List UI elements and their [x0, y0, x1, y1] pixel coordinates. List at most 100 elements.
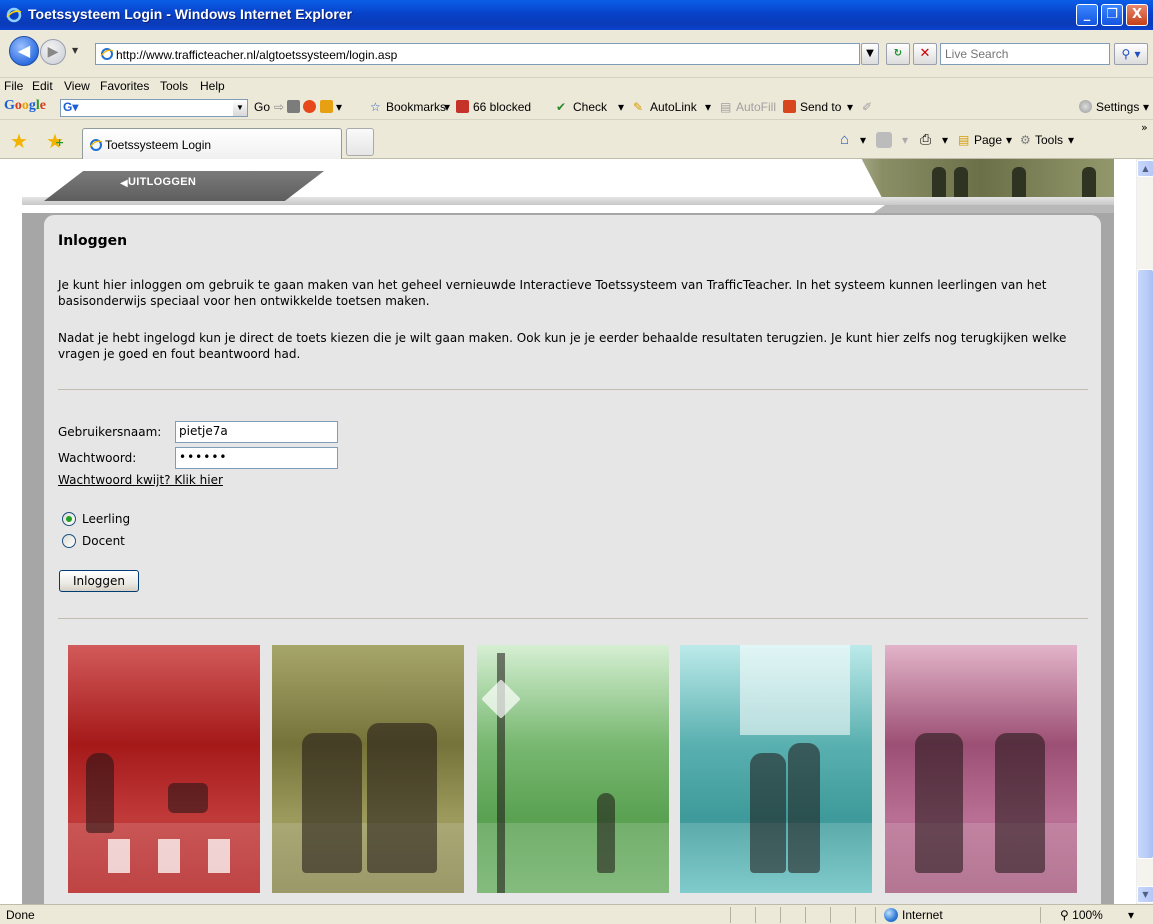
- popup-blocked-count[interactable]: 66 blocked: [473, 100, 531, 114]
- forward-button[interactable]: ▶: [40, 39, 66, 65]
- send-to-dropdown-icon[interactable]: ▾: [847, 100, 853, 114]
- page-viewport: ◀ UITLOGGEN Inloggen Je kunt hier inlogg…: [0, 159, 1153, 904]
- google-go-button[interactable]: Go: [254, 100, 270, 114]
- minimize-button[interactable]: _: [1076, 4, 1098, 26]
- menu-view[interactable]: View: [64, 79, 90, 93]
- role-label-docent[interactable]: Docent: [82, 534, 125, 548]
- password-label: Wachtwoord:: [58, 451, 137, 465]
- scroll-up-button[interactable]: ▲: [1137, 160, 1153, 177]
- site-header: ◀ UITLOGGEN: [22, 159, 1114, 213]
- zoom-dropdown-icon[interactable]: ▾: [1128, 908, 1134, 922]
- search-button[interactable]: ⚲ ▾: [1114, 43, 1148, 65]
- google-search-input[interactable]: G▾ ▼: [60, 99, 248, 117]
- home-dropdown-icon[interactable]: ▾: [860, 133, 866, 147]
- photo-cyclists-tunnel: [272, 645, 464, 893]
- divider: [58, 389, 1088, 390]
- google-logo[interactable]: Google: [4, 98, 46, 114]
- photo-cyclists-path: [885, 645, 1077, 893]
- url-input[interactable]: http://www.trafficteacher.nl/algtoetssys…: [95, 43, 860, 65]
- feeds-icon[interactable]: [876, 132, 892, 148]
- send-to-button[interactable]: Send to: [800, 100, 841, 114]
- settings-dropdown-icon[interactable]: ▾: [1143, 100, 1149, 114]
- menu-help[interactable]: Help: [200, 79, 225, 93]
- bookmarks-star-icon: ☆: [370, 100, 381, 114]
- close-button[interactable]: X: [1126, 4, 1148, 26]
- zoom-control[interactable]: ⚲ 100%: [1060, 908, 1103, 922]
- tools-gear-icon: ⚙: [1020, 133, 1031, 147]
- vertical-scrollbar[interactable]: ▲ ▼: [1136, 159, 1153, 904]
- login-panel: Inloggen Je kunt hier inloggen om gebrui…: [44, 215, 1101, 904]
- google-search-dropdown-icon[interactable]: ▼: [233, 100, 247, 116]
- zone-label: Internet: [902, 908, 943, 922]
- home-icon[interactable]: ⌂: [840, 131, 849, 148]
- popup-blocker-icon: [456, 100, 469, 114]
- back-button[interactable]: ◀: [9, 36, 39, 66]
- check-dropdown-icon[interactable]: ▾: [618, 100, 624, 114]
- tools-dropdown-icon[interactable]: ▾: [1068, 133, 1074, 147]
- autolink-dropdown-icon[interactable]: ▾: [705, 100, 711, 114]
- tab-label: Toetssysteem Login: [105, 138, 212, 152]
- forgot-password-link[interactable]: Wachtwoord kwijt? Klik hier: [58, 473, 223, 487]
- spellcheck-button[interactable]: Check: [573, 100, 607, 114]
- bookmarks-button[interactable]: Bookmarks: [386, 100, 446, 114]
- history-dropdown-icon[interactable]: ▼: [72, 46, 78, 55]
- google-extras-icons[interactable]: ▾: [287, 100, 342, 114]
- maximize-button[interactable]: ❐: [1101, 4, 1123, 26]
- scroll-down-button[interactable]: ▼: [1137, 886, 1153, 903]
- print-icon[interactable]: ⎙: [920, 131, 931, 148]
- magnifier-icon: ⚲: [1121, 47, 1131, 61]
- autolink-button[interactable]: AutoLink: [650, 100, 697, 114]
- menu-file[interactable]: File: [4, 79, 23, 93]
- print-dropdown-icon[interactable]: ▾: [942, 133, 948, 147]
- security-zone[interactable]: Internet: [884, 908, 943, 922]
- address-bar: ◀ ▶ ▼ http://www.trafficteacher.nl/algto…: [0, 30, 1153, 78]
- settings-gear-icon: [1079, 100, 1092, 114]
- photo-street-sign: [477, 645, 669, 893]
- send-to-icon: [783, 100, 796, 114]
- autolink-wand-icon: ✎: [633, 100, 644, 114]
- refresh-button[interactable]: ↻: [886, 43, 910, 65]
- highlighter-icon[interactable]: ✐: [862, 100, 872, 114]
- google-settings-button[interactable]: Settings: [1096, 100, 1139, 114]
- tab-page-icon: [89, 139, 103, 151]
- spellcheck-icon: ✔: [556, 100, 567, 114]
- login-button[interactable]: Inloggen: [59, 570, 139, 592]
- username-field[interactable]: pietje7a: [175, 421, 338, 443]
- password-field[interactable]: ••••••: [175, 447, 338, 469]
- status-text: Done: [6, 908, 35, 922]
- tools-menu-button[interactable]: Tools: [1035, 133, 1063, 147]
- toolbar-overflow-chevron-icon[interactable]: »: [1141, 121, 1148, 134]
- role-label-leerling[interactable]: Leerling: [82, 512, 130, 526]
- forward-arrow-icon: ▶: [47, 44, 59, 60]
- add-favorites-star-icon[interactable]: ★ +: [46, 129, 64, 153]
- page-dropdown-icon[interactable]: ▾: [1006, 133, 1012, 147]
- role-radio-docent[interactable]: [62, 534, 76, 548]
- zoom-level: 100%: [1072, 908, 1103, 922]
- go-arrow-icon: ⇨: [274, 100, 285, 114]
- role-radio-leerling[interactable]: [62, 512, 76, 526]
- scroll-thumb[interactable]: [1137, 269, 1153, 859]
- live-search-box[interactable]: [940, 43, 1110, 65]
- bookmarks-dropdown-icon[interactable]: ▾: [444, 100, 450, 114]
- tab-toetssysteem-login[interactable]: Toetssysteem Login: [82, 128, 342, 159]
- new-tab-button[interactable]: [346, 128, 374, 156]
- favorites-center-star-icon[interactable]: ★: [10, 129, 28, 153]
- url-text: http://www.trafficteacher.nl/algtoetssys…: [116, 48, 398, 62]
- menu-tools[interactable]: Tools: [160, 79, 188, 93]
- page-menu-icon: ▤: [958, 133, 970, 147]
- back-arrow-icon: ◀: [17, 41, 31, 60]
- ie-logo-icon: [6, 7, 22, 23]
- menu-favorites[interactable]: Favorites: [100, 79, 149, 93]
- page-menu-button[interactable]: Page: [974, 133, 1002, 147]
- zoom-magnifier-icon: ⚲: [1060, 908, 1069, 922]
- feeds-dropdown-icon[interactable]: ▾: [902, 133, 908, 147]
- status-bar: Done Internet ⚲ 100% ▾: [0, 904, 1153, 924]
- logout-link[interactable]: UITLOGGEN: [128, 176, 196, 188]
- url-dropdown-button[interactable]: ▼: [861, 43, 879, 65]
- globe-icon: [884, 908, 898, 922]
- menu-edit[interactable]: Edit: [32, 79, 53, 93]
- stop-button[interactable]: ✕: [913, 43, 937, 65]
- window-title: Toetssysteem Login - Windows Internet Ex…: [28, 6, 352, 22]
- live-search-input[interactable]: [941, 44, 1109, 64]
- autofill-button[interactable]: AutoFill: [736, 100, 776, 114]
